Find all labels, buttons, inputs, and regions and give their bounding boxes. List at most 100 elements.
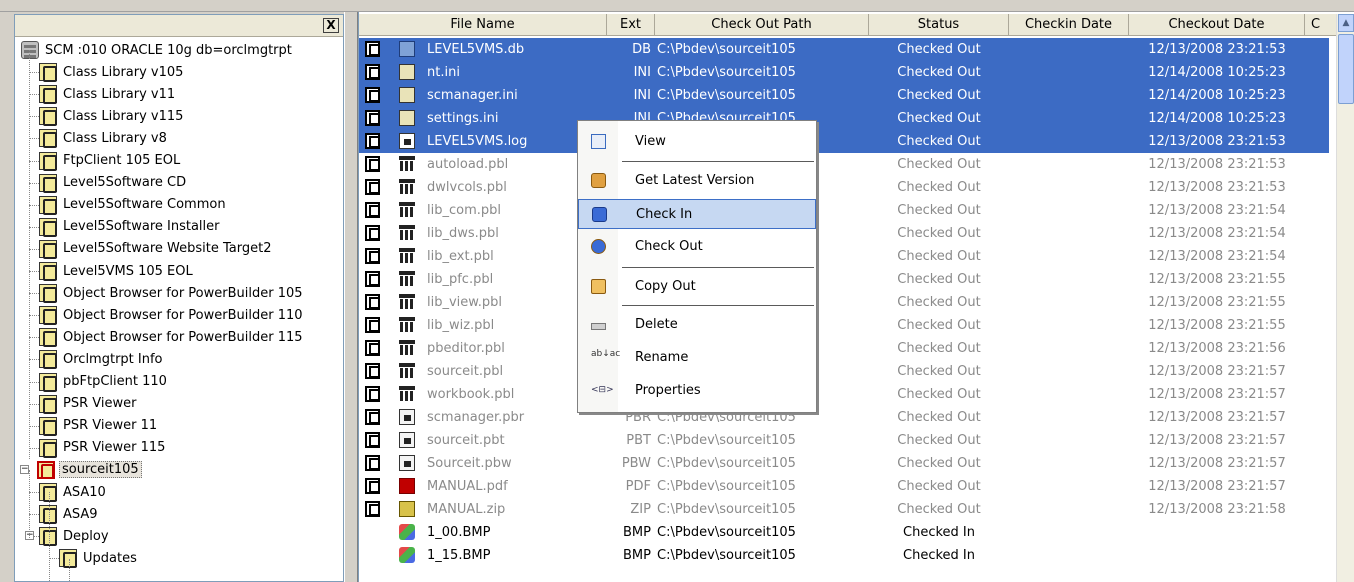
pane-splitter[interactable] — [344, 12, 358, 582]
file-row[interactable]: lib_com.pblPBLC:\Pbdev\sourceit105Checke… — [359, 199, 1329, 222]
column-header-checkin-date[interactable]: Checkin Date — [1009, 14, 1129, 36]
scroll-thumb[interactable] — [1338, 34, 1354, 104]
tree-node-label: SCM :010 ORACLE 10g db=orclmgtrpt — [45, 42, 292, 58]
checkin-date-cell — [1009, 498, 1129, 521]
menu-item-check-out[interactable]: Check Out — [578, 232, 816, 262]
project-tree-pane: X SCM :010 ORACLE 10g db=orclmgtrpt Class… — [14, 14, 344, 582]
column-header-checkout-date[interactable]: Checkout Date — [1129, 14, 1305, 36]
tree-node-orclmgtrpt-info[interactable]: Orclmgtrpt Info — [39, 348, 165, 370]
ext-cell: BMP — [623, 525, 651, 540]
file-row[interactable]: LEVEL5VMS.logLOGC:\Pbdev\sourceit105Chec… — [359, 130, 1329, 153]
checkout-date-cell: 12/13/2008 23:21:53 — [1148, 42, 1286, 57]
file-row[interactable]: MANUAL.zip ZIP C:\Pbdev\sourceit105 Checked… — [359, 498, 1329, 521]
collapse-toggle-icon[interactable]: − — [20, 464, 29, 474]
tree-connector — [29, 425, 39, 427]
file-row[interactable]: sourceit.pblPBLC:\Pbdev\sourceit105Check… — [359, 360, 1329, 383]
file-row[interactable]: LEVEL5VMS.db DB C:\Pbdev\sourceit105 Checke… — [359, 38, 1329, 61]
checked-out-lock-icon — [365, 156, 380, 172]
checkin-date-cell — [1009, 475, 1129, 498]
tree-node-level5software-website-target2[interactable]: Level5Software Website Target2 — [39, 238, 273, 260]
checkout-date-cell: 12/14/2008 10:25:23 — [1148, 65, 1286, 80]
menu-item-get-latest-version[interactable]: Get Latest Version — [578, 166, 816, 196]
column-header-c[interactable]: C — [1305, 14, 1337, 36]
tree-node-ftpclient-105-eol[interactable]: FtpClient 105 EOL — [39, 150, 182, 172]
tree-node-level5software-installer[interactable]: Level5Software Installer — [39, 216, 222, 238]
database-icon — [21, 41, 39, 59]
tree-connector — [29, 337, 39, 339]
column-header-file-name[interactable]: File Name — [359, 14, 607, 36]
file-row[interactable]: autoload.pblPBLC:\Pbdev\sourceit105Check… — [359, 153, 1329, 176]
project-icon — [39, 151, 57, 171]
tree-node-object-browser-for-powerbuilder-110[interactable]: Object Browser for PowerBuilder 110 — [39, 304, 305, 326]
file-row[interactable]: lib_dws.pblPBLC:\Pbdev\sourceit105Checke… — [359, 222, 1329, 245]
tree-node-class-library-v8[interactable]: Class Library v8 — [39, 127, 169, 149]
tree-node-class-library-v105[interactable]: Class Library v105 — [39, 61, 185, 83]
file-row[interactable]: pbeditor.pblPBLC:\Pbdev\sourceit105Check… — [359, 337, 1329, 360]
tree-node-updates[interactable]: Updates — [59, 547, 139, 569]
tree-node-psr-viewer-11[interactable]: PSR Viewer 11 — [39, 415, 159, 437]
file-row[interactable]: lib_pfc.pblPBLC:\Pbdev\sourceit105Checke… — [359, 268, 1329, 291]
check-out-path-cell: C:\Pbdev\sourceit105 — [657, 433, 796, 448]
file-row[interactable]: lib_ext.pblPBLC:\Pbdev\sourceit105Checke… — [359, 245, 1329, 268]
file-row[interactable]: workbook.pblPBLC:\Pbdev\sourceit105Check… — [359, 383, 1329, 406]
check-out-path-cell: C:\Pbdev\sourceit105 — [657, 88, 796, 103]
tree-node-psr-viewer[interactable]: PSR Viewer — [39, 393, 138, 415]
menu-item-rename-label: Rename — [635, 350, 689, 365]
tree-node-label: PSR Viewer 115 — [63, 440, 166, 456]
tree-node-pbftpclient-110[interactable]: pbFtpClient 110 — [39, 371, 169, 393]
ini-file-icon — [399, 110, 415, 126]
tree-connector — [29, 293, 39, 295]
checkin-date-cell — [1009, 291, 1129, 314]
ext-cell: BMP — [623, 548, 651, 563]
tree-node-scm-010-oracle-10g-db-orclmgtrpt[interactable]: SCM :010 ORACLE 10g db=orclmgtrpt — [21, 39, 294, 61]
menu-item-view[interactable]: View — [578, 127, 816, 157]
ext-cell: PDF — [625, 479, 651, 494]
ext-cell: ZIP — [630, 502, 651, 517]
pbl-library-icon — [399, 294, 415, 310]
column-header-ext[interactable]: Ext — [607, 14, 655, 36]
file-row[interactable]: scmanager.pbr PBR C:\Pbdev\sourceit105 Chec… — [359, 406, 1329, 429]
menu-item-rename[interactable]: ab↓ac Rename — [578, 343, 816, 373]
menu-item-check-in[interactable]: Check In — [578, 199, 816, 229]
project-icon — [39, 328, 57, 348]
close-tree-button[interactable]: X — [323, 18, 339, 33]
vertical-scrollbar[interactable]: ▲ — [1336, 14, 1354, 582]
file-row[interactable]: sourceit.pbt PBT C:\Pbdev\sourceit105 Check… — [359, 429, 1329, 452]
file-row[interactable]: Sourceit.pbw PBW C:\Pbdev\sourceit105 Check… — [359, 452, 1329, 475]
menu-item-copy-out[interactable]: Copy Out — [578, 272, 816, 302]
file-row[interactable]: 1_00.BMP BMP C:\Pbdev\sourceit105 Checked I… — [359, 521, 1329, 544]
tree-node-object-browser-for-powerbuilder-105[interactable]: Object Browser for PowerBuilder 105 — [39, 282, 305, 304]
file-row[interactable]: nt.ini INI C:\Pbdev\sourceit105 Checked Out… — [359, 61, 1329, 84]
status-cell: Checked Out — [897, 180, 981, 195]
tree-node-sourceit105[interactable]: sourceit105 — [37, 459, 142, 481]
tree-node-label: ASA9 — [63, 506, 98, 522]
status-cell: Checked Out — [897, 203, 981, 218]
tree-node-object-browser-for-powerbuilder-115[interactable]: Object Browser for PowerBuilder 115 — [39, 326, 305, 348]
tree-node-level5software-common[interactable]: Level5Software Common — [39, 194, 228, 216]
file-row[interactable]: lib_view.pblPBLC:\Pbdev\sourceit105Check… — [359, 291, 1329, 314]
scroll-up-arrow-icon[interactable]: ▲ — [1338, 14, 1354, 32]
menu-item-properties[interactable]: <⊟> Properties — [578, 376, 816, 406]
file-row[interactable]: lib_wiz.pblPBLC:\Pbdev\sourceit105Checke… — [359, 314, 1329, 337]
checkout-date-cell — [1129, 521, 1305, 544]
tree-node-level5vms-105-eol[interactable]: Level5VMS 105 EOL — [39, 260, 195, 282]
file-row[interactable]: settings.ini INI C:\Pbdev\sourceit105 Check… — [359, 107, 1329, 130]
tree-node-class-library-v115[interactable]: Class Library v115 — [39, 105, 185, 127]
file-row[interactable]: 1_15.BMP BMP C:\Pbdev\sourceit105 Checked I… — [359, 544, 1329, 567]
file-row[interactable]: scmanager.ini INI C:\Pbdev\sourceit105 Chec… — [359, 84, 1329, 107]
tree-node-class-library-v11[interactable]: Class Library v11 — [39, 83, 177, 105]
check-out-icon — [591, 239, 606, 254]
pbl-library-icon — [399, 248, 415, 264]
tree-node-level5software-cd[interactable]: Level5Software CD — [39, 172, 188, 194]
file-row[interactable]: dwlvcols.pblPBLC:\Pbdev\sourceit105Check… — [359, 176, 1329, 199]
view-icon — [591, 134, 606, 149]
column-header-status[interactable]: Status — [869, 14, 1009, 36]
checked-out-lock-icon — [365, 363, 380, 379]
file-row[interactable]: MANUAL.pdf PDF C:\Pbdev\sourceit105 Checked… — [359, 475, 1329, 498]
checked-out-lock-icon — [365, 340, 380, 356]
checkin-date-cell — [1009, 406, 1129, 429]
checkin-date-cell — [1009, 544, 1129, 567]
menu-item-delete[interactable]: Delete — [578, 310, 816, 340]
tree-node-psr-viewer-115[interactable]: PSR Viewer 115 — [39, 437, 167, 459]
column-header-check-out-path[interactable]: Check Out Path — [655, 14, 869, 36]
